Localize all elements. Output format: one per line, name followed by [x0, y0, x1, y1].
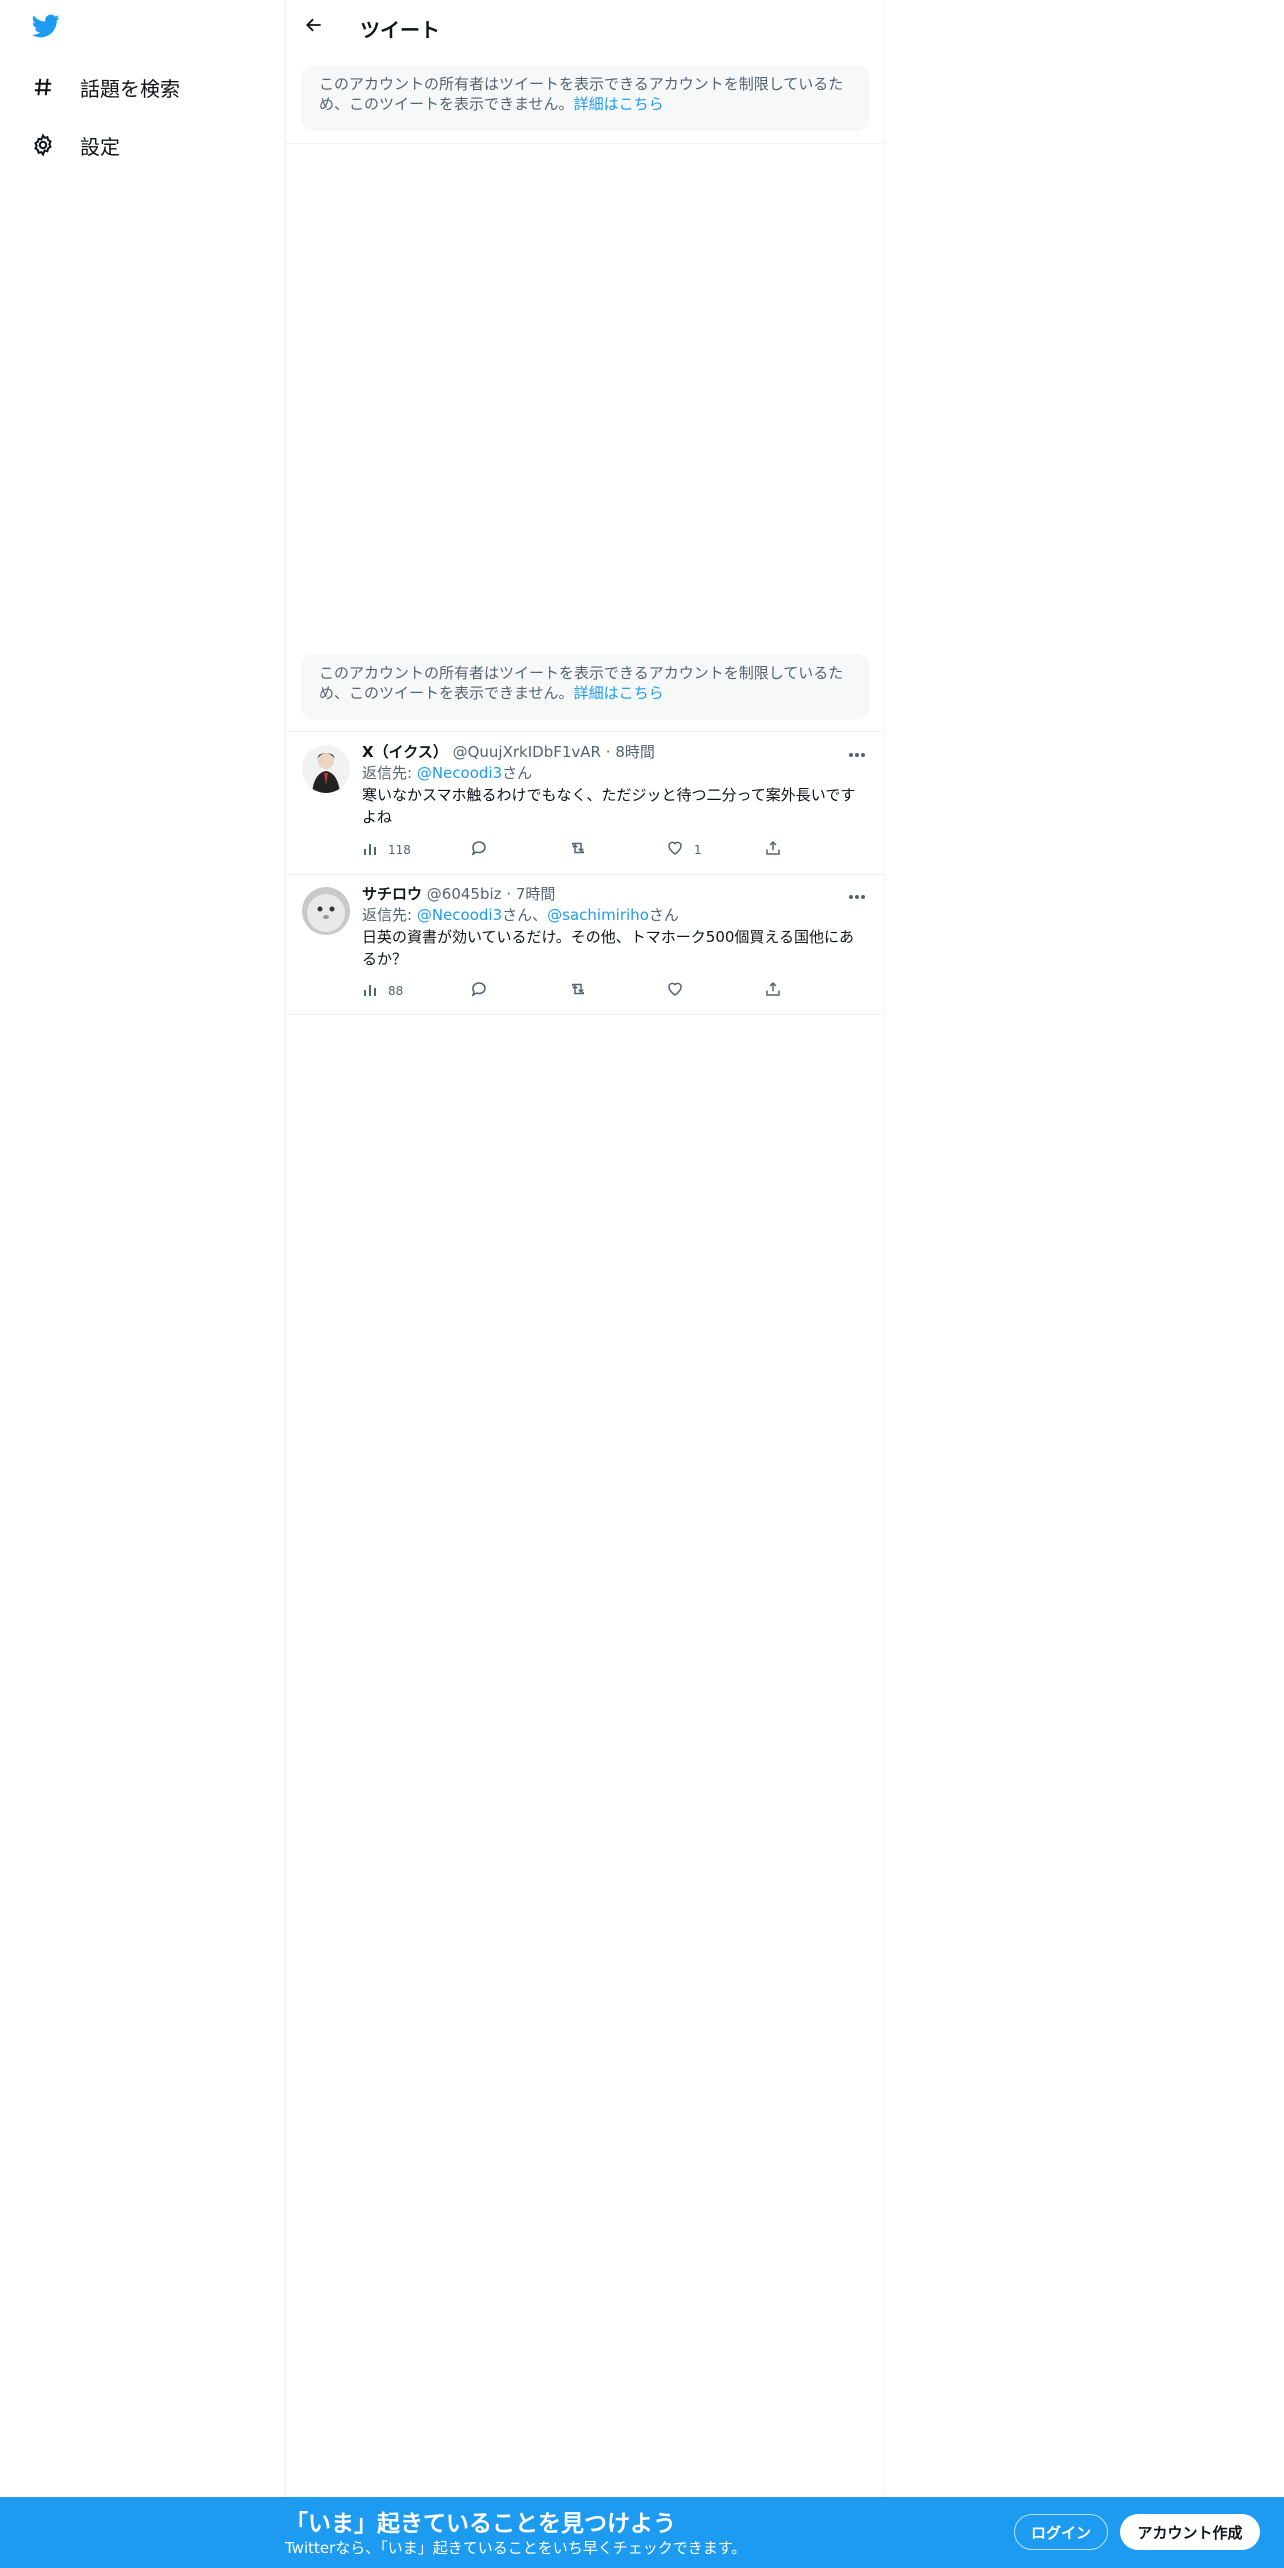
heart-icon — [666, 839, 684, 861]
more-icon — [848, 743, 866, 762]
page-title: ツイート — [360, 18, 440, 42]
retweet-icon — [568, 980, 588, 1002]
like-button[interactable]: 1 — [666, 840, 702, 860]
back-button[interactable] — [300, 13, 328, 41]
restricted-notice: このアカウントの所有者はツイートを表示できるアカウントを制限しているため、このツ… — [301, 654, 869, 720]
tweet-actions: 118 1 — [362, 840, 782, 860]
more-button[interactable] — [846, 742, 868, 762]
restricted-notice: このアカウントの所有者はツイートを表示できるアカウントを制限しているため、このツ… — [301, 65, 869, 131]
author-handle[interactable]: @6045biz — [427, 885, 502, 903]
sidebar-item-label: 話題を検索 — [80, 76, 180, 101]
tweet-time[interactable]: 7時間 — [516, 885, 556, 903]
twitter-bird-icon[interactable] — [30, 12, 66, 44]
login-button[interactable]: ログイン — [1014, 2514, 1108, 2550]
gear-icon — [30, 132, 56, 158]
signup-button[interactable]: アカウント作成 — [1120, 2514, 1260, 2550]
arrow-left-icon — [304, 15, 324, 39]
tweet-text: 寒いなかスマホ触るわけでもなく、ただジッと待つ二分って案外長いですよね — [362, 786, 856, 826]
sidebar-item-settings[interactable]: 設定 — [30, 125, 120, 165]
share-button[interactable] — [764, 981, 782, 1001]
reply-to: 返信先: @Necoodi3さん、@sachimirihoさん — [362, 904, 868, 926]
author-name[interactable]: サチロウ — [362, 885, 422, 903]
retweet-icon — [568, 839, 588, 861]
author-handle[interactable]: @QuujXrkIDbF1vAR — [453, 743, 601, 761]
learn-more-link[interactable]: 詳細はこちら — [574, 684, 664, 702]
tweet-text: 日英の資書が効いているだけ。その他、トマホーク500個買える国他にあるか？ — [362, 928, 854, 968]
comment-icon — [470, 839, 488, 861]
learn-more-link[interactable]: 詳細はこちら — [574, 95, 664, 113]
banner-subtitle: Twitterなら、「いま」起きていることをいち早くチェックできます。 — [285, 2539, 747, 2557]
sidebar-item-label: 設定 — [80, 134, 120, 159]
share-icon — [764, 980, 782, 1002]
comment-icon — [470, 980, 488, 1002]
heart-icon — [666, 980, 684, 1002]
page-header: ツイート — [286, 0, 884, 54]
mention-link[interactable]: @Necoodi3 — [417, 764, 502, 782]
views-button[interactable]: 118 — [362, 840, 411, 860]
more-button[interactable] — [846, 884, 868, 904]
separator: · — [506, 885, 512, 903]
views-button[interactable]: 88 — [362, 981, 403, 1001]
reply-to: 返信先: @Necoodi3さん — [362, 762, 868, 784]
avatar[interactable] — [302, 887, 350, 935]
tweet-body: X（イクス） @QuujXrkIDbF1vAR · 8時間 返信先: @Neco… — [362, 742, 868, 828]
banner-title: 「いま」起きていることを見つけよう — [285, 2511, 676, 2537]
tweet-actions: 88 — [362, 981, 782, 1001]
hashtag-icon — [30, 74, 56, 100]
like-count: 1 — [694, 843, 702, 857]
separator: · — [605, 743, 611, 761]
views-count: 118 — [388, 843, 411, 857]
tweet-header: サチロウ @6045biz · 7時間 — [362, 884, 868, 904]
reply-button[interactable] — [470, 981, 498, 1001]
retweet-button[interactable] — [568, 840, 598, 860]
reply-prefix: 返信先: — [362, 764, 417, 782]
bar-chart-icon — [362, 840, 378, 860]
tweet-header: X（イクス） @QuujXrkIDbF1vAR · 8時間 — [362, 742, 868, 762]
share-button[interactable] — [764, 840, 782, 860]
more-icon — [848, 885, 866, 904]
signup-banner: 「いま」起きていることを見つけよう Twitterなら、「いま」起きていることを… — [0, 2497, 1284, 2568]
mention-link[interactable]: @sachimiriho — [547, 906, 649, 924]
author-name[interactable]: X（イクス） — [362, 743, 448, 761]
mention-joiner: さん、 — [502, 906, 548, 924]
mention-suffix: さん — [648, 906, 679, 924]
mention-suffix: さん — [502, 764, 533, 782]
tweet[interactable]: サチロウ @6045biz · 7時間 返信先: @Necoodi3さん、@sa… — [286, 874, 884, 1014]
main-column: ツイート このアカウントの所有者はツイートを表示できるアカウントを制限しているた… — [285, 0, 885, 2497]
share-icon — [764, 839, 782, 861]
views-count: 88 — [388, 984, 404, 998]
tweet[interactable]: X（イクス） @QuujXrkIDbF1vAR · 8時間 返信先: @Neco… — [286, 732, 884, 874]
bar-chart-icon — [362, 981, 378, 1001]
sidebar: 話題を検索 設定 — [0, 0, 285, 2568]
tweet-time[interactable]: 8時間 — [615, 743, 655, 761]
mention-link[interactable]: @Necoodi3 — [417, 906, 502, 924]
reply-prefix: 返信先: — [362, 906, 417, 924]
avatar[interactable] — [302, 745, 350, 793]
retweet-button[interactable] — [568, 981, 598, 1001]
sidebar-item-explore[interactable]: 話題を検索 — [30, 67, 180, 107]
tweet-body: サチロウ @6045biz · 7時間 返信先: @Necoodi3さん、@sa… — [362, 884, 868, 970]
divider — [286, 143, 884, 144]
reply-button[interactable] — [470, 840, 498, 860]
divider — [286, 1014, 884, 1015]
like-button[interactable] — [666, 981, 694, 1001]
